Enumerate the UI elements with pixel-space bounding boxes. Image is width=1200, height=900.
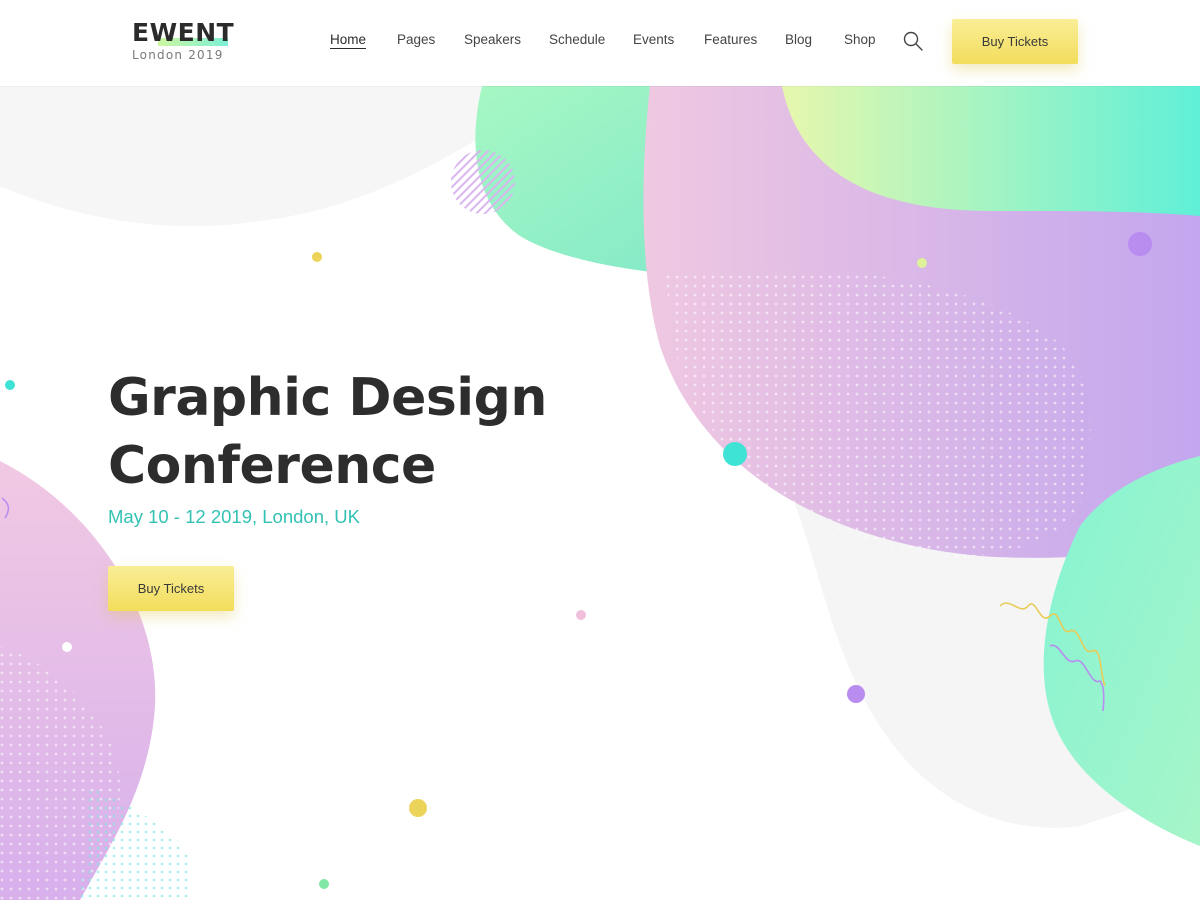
nav-item-speakers[interactable]: Speakers — [464, 32, 521, 47]
site-header: EWENT London 2019 Home Pages Speakers Sc… — [0, 0, 1200, 86]
nav-item-schedule[interactable]: Schedule — [549, 32, 605, 47]
nav-item-home[interactable]: Home — [330, 32, 367, 49]
hero-title: Graphic Design Conference — [108, 364, 628, 500]
hero-content: Graphic Design Conference May 10 - 12 20… — [108, 364, 628, 528]
nav-item-shop[interactable]: Shop — [844, 32, 876, 47]
nav-item-pages[interactable]: Pages — [397, 32, 435, 47]
logo-tagline: London 2019 — [132, 48, 224, 62]
header-buy-tickets-button[interactable]: Buy Tickets — [952, 19, 1078, 64]
nav-item-blog[interactable]: Blog — [785, 32, 812, 47]
hero-buy-tickets-button[interactable]: Buy Tickets — [108, 566, 234, 611]
hero-date-location: May 10 - 12 2019, London, UK — [108, 506, 360, 527]
hero-title-line-2: Conference — [108, 436, 436, 496]
hero-title-line-1: Graphic Design — [108, 368, 547, 428]
nav-item-features[interactable]: Features — [704, 32, 757, 47]
nav-item-events[interactable]: Events — [633, 32, 674, 47]
search-icon[interactable] — [902, 30, 924, 52]
logo[interactable]: EWENT London 2019 — [132, 18, 235, 63]
logo-wordmark: EWENT — [132, 18, 235, 47]
